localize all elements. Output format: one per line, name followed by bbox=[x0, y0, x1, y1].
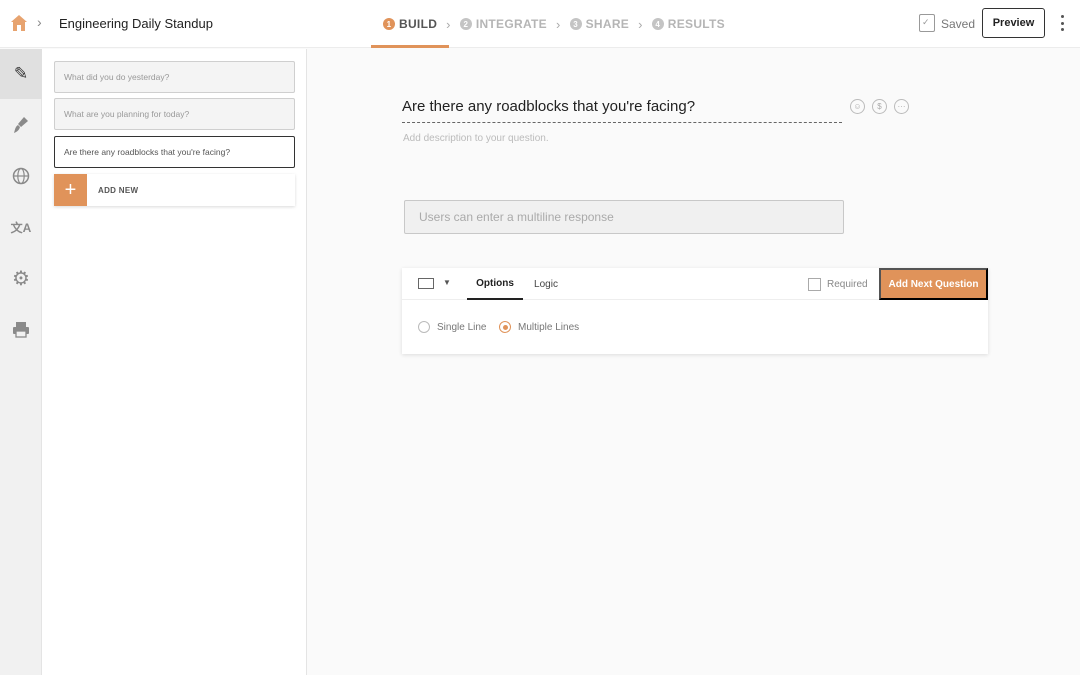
question-description-input[interactable]: Add description to your question. bbox=[403, 133, 549, 144]
globe-icon[interactable] bbox=[0, 151, 42, 201]
option-label: Single Line bbox=[437, 321, 487, 333]
response-preview-field: Users can enter a multiline response bbox=[404, 200, 844, 234]
translate-icon[interactable]: 文A bbox=[0, 202, 42, 252]
printer-icon[interactable] bbox=[0, 304, 42, 354]
step-integrate[interactable]: 2 INTEGRATE bbox=[459, 0, 547, 48]
question-actions: ☺ $ ··· bbox=[850, 99, 909, 114]
multiple-lines-option[interactable]: Multiple Lines bbox=[499, 321, 579, 333]
step-number: 4 bbox=[651, 18, 664, 30]
smiley-icon[interactable]: ☺ bbox=[850, 99, 865, 114]
required-label: Required bbox=[827, 279, 868, 290]
step-label: SHARE bbox=[585, 17, 630, 31]
question-list: What did you do yesterday? What are you … bbox=[42, 49, 307, 675]
chevron-right-icon: › bbox=[638, 16, 643, 32]
add-new-question-button[interactable]: + ADD NEW bbox=[54, 174, 295, 206]
required-checkbox[interactable] bbox=[808, 278, 821, 291]
list-item[interactable]: What did you do yesterday? bbox=[54, 61, 295, 93]
step-number: 3 bbox=[569, 18, 582, 30]
add-new-label: ADD NEW bbox=[98, 185, 139, 195]
step-label: INTEGRATE bbox=[475, 17, 547, 31]
add-next-question-button[interactable]: Add Next Question bbox=[879, 268, 988, 300]
question-options-panel: ▼ Options Logic Required Add Next Questi… bbox=[402, 268, 988, 354]
chevron-right-icon: › bbox=[555, 16, 561, 32]
step-label: RESULTS bbox=[667, 17, 725, 31]
step-number: 2 bbox=[459, 18, 472, 30]
radio-button[interactable] bbox=[418, 321, 430, 333]
question-type-icon[interactable] bbox=[418, 278, 434, 289]
gear-icon[interactable]: ⚙ bbox=[0, 253, 42, 303]
option-label: Multiple Lines bbox=[518, 321, 580, 333]
pencil-icon[interactable]: ✎ bbox=[0, 49, 42, 99]
ellipsis-icon[interactable]: ··· bbox=[894, 99, 909, 114]
form-title[interactable]: Engineering Daily Standup bbox=[59, 16, 213, 31]
more-options-icon[interactable] bbox=[1061, 15, 1065, 31]
dollar-icon[interactable]: $ bbox=[872, 99, 887, 114]
step-share[interactable]: 3 SHARE bbox=[569, 0, 630, 48]
chevron-right-icon: › bbox=[446, 16, 451, 32]
step-nav: 1 BUILD › 2 INTEGRATE › 3 SHARE › 4 RESU… bbox=[370, 0, 725, 48]
saved-status: Saved bbox=[941, 17, 976, 31]
preview-button[interactable]: Preview bbox=[982, 8, 1045, 38]
step-build[interactable]: 1 BUILD bbox=[370, 0, 450, 48]
question-title-input[interactable]: Are there any roadblocks that you're fac… bbox=[402, 98, 842, 123]
list-item[interactable]: Are there any roadblocks that you're fac… bbox=[54, 136, 295, 168]
single-line-option[interactable]: Single Line bbox=[418, 321, 486, 333]
list-item[interactable]: What are you planning for today? bbox=[54, 98, 295, 130]
home-icon[interactable] bbox=[10, 14, 28, 32]
caret-down-icon[interactable]: ▼ bbox=[443, 278, 451, 287]
brush-icon[interactable] bbox=[0, 100, 42, 150]
step-number: 1 bbox=[383, 18, 395, 30]
tab-logic[interactable]: Logic bbox=[530, 268, 562, 300]
breadcrumb-chevron-icon: › bbox=[37, 14, 42, 30]
step-label: BUILD bbox=[399, 17, 438, 31]
saved-icon bbox=[919, 14, 935, 32]
panel-toolbar: ▼ Options Logic Required Add Next Questi… bbox=[402, 268, 988, 300]
radio-button[interactable] bbox=[499, 321, 511, 333]
left-rail: ✎ 文A ⚙ bbox=[0, 49, 42, 675]
top-bar: › Engineering Daily Standup 1 BUILD › 2 … bbox=[0, 0, 1080, 48]
tab-options[interactable]: Options bbox=[467, 268, 523, 300]
step-results[interactable]: 4 RESULTS bbox=[651, 0, 725, 48]
plus-icon: + bbox=[54, 174, 87, 206]
